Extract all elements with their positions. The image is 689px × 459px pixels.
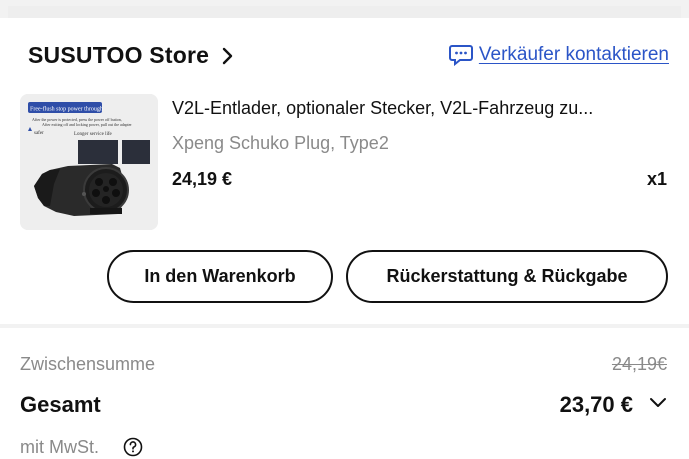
subtotal-value: 24,19€ [611, 354, 667, 374]
product-image[interactable]: Free-flush stop power through After the … [20, 94, 158, 230]
order-store-card: SUSUTOO Store Verkäufer kontaktieren Fre… [0, 18, 689, 324]
top-divider [0, 0, 689, 18]
product-price: 24,19 € [172, 169, 233, 189]
contact-seller-link[interactable]: Verkäufer kontaktieren [448, 44, 669, 66]
product-image-side: safer [34, 131, 44, 136]
chevron-down-icon[interactable] [649, 396, 667, 408]
subtotal-label: Zwischensumme [20, 354, 156, 374]
help-icon[interactable] [123, 437, 143, 457]
store-link[interactable]: SUSUTOO Store [28, 42, 233, 69]
product-variant: Xpeng Schuko Plug, Type2 [172, 133, 389, 153]
product-quantity: x1 [646, 169, 667, 189]
contact-seller-label[interactable]: Verkäufer kontaktieren [479, 44, 669, 66]
refund-return-button[interactable]: Rückerstattung & Rückgabe [346, 250, 668, 303]
total-value[interactable]: 23,70 € [560, 392, 633, 418]
tax-label: mit MwSt. [20, 437, 99, 457]
section-divider [0, 324, 689, 328]
product-image-banner: Free-flush stop power through [30, 106, 103, 113]
add-to-cart-button[interactable]: In den Warenkorb [107, 250, 333, 303]
product-title[interactable]: V2L-Entlader, optionaler Stecker, V2L-Fa… [172, 98, 593, 119]
chevron-right-icon [221, 47, 233, 65]
product-image-line3: Longer service life [74, 132, 113, 137]
total-label: Gesamt [20, 392, 101, 417]
chat-icon [448, 44, 473, 66]
store-name[interactable]: SUSUTOO Store [28, 42, 209, 69]
